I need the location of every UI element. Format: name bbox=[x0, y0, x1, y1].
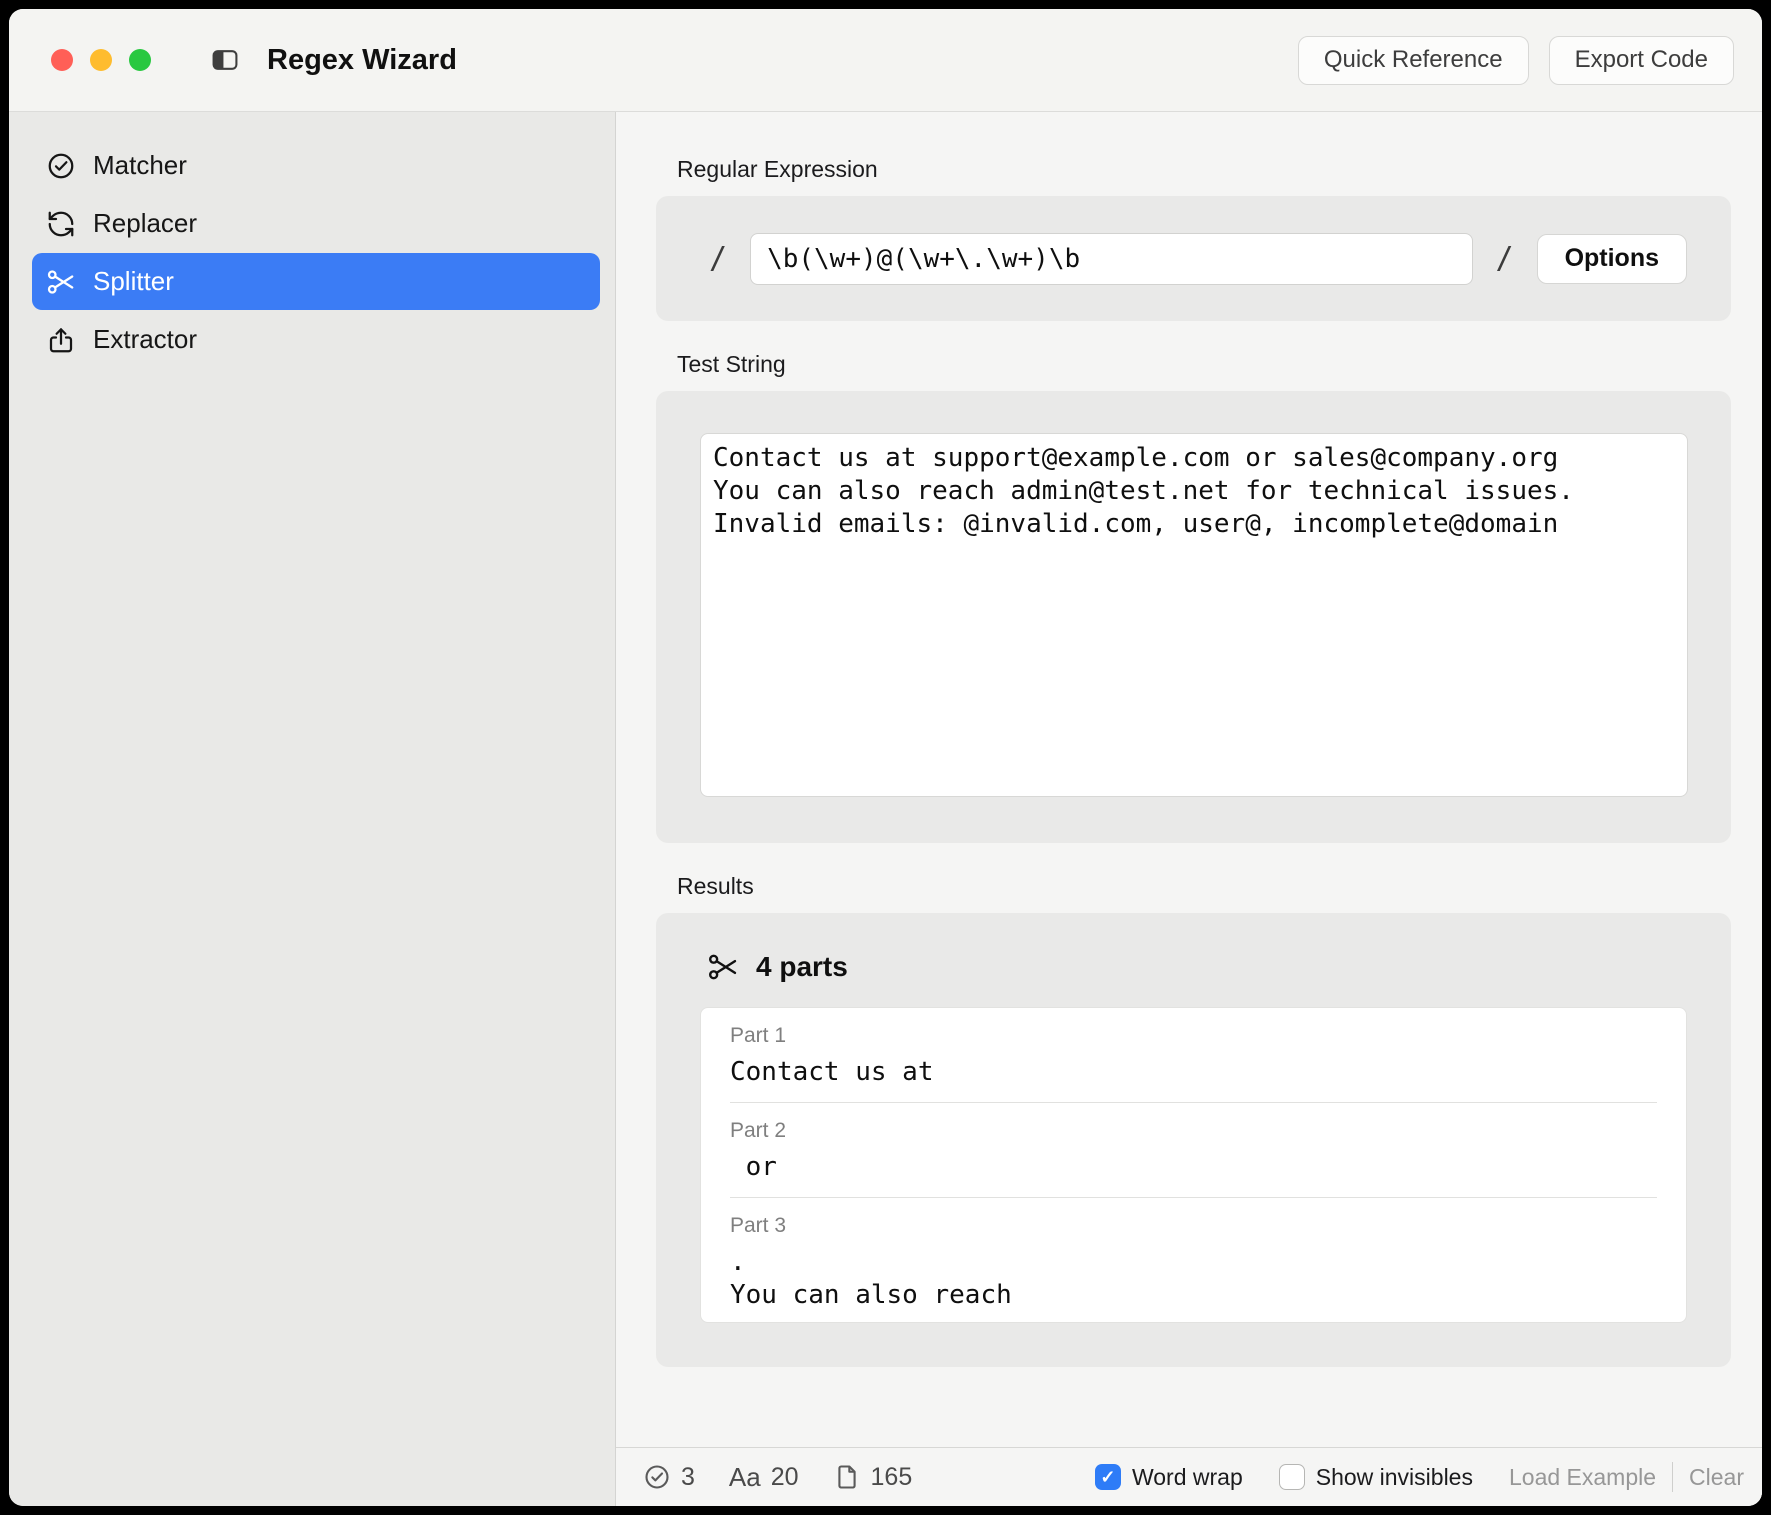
part-label: Part 1 bbox=[730, 1024, 1657, 1048]
results-list: Part 1 Contact us at Part 2 or Part 3 . … bbox=[700, 1007, 1687, 1323]
regex-pattern-input[interactable] bbox=[750, 233, 1472, 285]
part-value: Contact us at bbox=[730, 1056, 1657, 1089]
content-area: Matcher Replacer bbox=[9, 112, 1762, 1506]
checkbox-unchecked-icon bbox=[1279, 1464, 1305, 1490]
char-count: 165 bbox=[871, 1463, 913, 1492]
result-part-row: Part 3 . You can also reach bbox=[730, 1198, 1657, 1323]
show-invisibles-label: Show invisibles bbox=[1316, 1464, 1473, 1491]
part-value: . You can also reach bbox=[730, 1246, 1657, 1312]
font-size-control[interactable]: Aa 20 bbox=[729, 1462, 799, 1493]
test-string-section: Test String Contact us at support@exampl… bbox=[656, 351, 1731, 843]
title-bar: Regex Wizard Quick Reference Export Code bbox=[9, 9, 1762, 112]
word-wrap-label: Word wrap bbox=[1132, 1464, 1243, 1491]
test-string-editor[interactable]: Contact us at support@example.com or sal… bbox=[700, 433, 1688, 797]
minimize-button[interactable] bbox=[90, 49, 112, 71]
status-bar: 3 Aa 20 165 bbox=[616, 1447, 1762, 1506]
scissors-icon bbox=[707, 951, 739, 983]
results-header: 4 parts bbox=[707, 951, 1687, 983]
result-part-row: Part 2 or bbox=[730, 1103, 1657, 1198]
regex-close-delimiter: / bbox=[1496, 241, 1514, 276]
results-section-label: Results bbox=[677, 873, 1731, 900]
document-icon bbox=[833, 1463, 861, 1491]
word-wrap-checkbox[interactable]: ✓ Word wrap bbox=[1095, 1464, 1243, 1491]
sidebar-toggle-icon bbox=[207, 46, 243, 74]
result-part-row: Part 1 Contact us at bbox=[730, 1008, 1657, 1103]
results-section: Results 4 parts bbox=[656, 873, 1731, 1367]
statusbar-right: ✓ Word wrap Show invisibles Load Example… bbox=[1095, 1462, 1744, 1492]
share-icon bbox=[46, 325, 76, 355]
quick-reference-button[interactable]: Quick Reference bbox=[1298, 36, 1529, 85]
test-string-panel: Contact us at support@example.com or sal… bbox=[656, 391, 1731, 843]
sidebar-item-label: Replacer bbox=[93, 208, 197, 239]
refresh-icon bbox=[46, 209, 76, 239]
results-panel: 4 parts Part 1 Contact us at Part 2 or bbox=[656, 913, 1731, 1367]
sidebar-item-label: Splitter bbox=[93, 266, 174, 297]
sidebar-toggle-button[interactable] bbox=[207, 46, 243, 74]
regex-section-label: Regular Expression bbox=[677, 156, 1731, 183]
test-string-section-label: Test String bbox=[677, 351, 1731, 378]
font-size-icon: Aa bbox=[729, 1462, 761, 1493]
sidebar-item-splitter[interactable]: Splitter bbox=[32, 253, 600, 310]
sidebar: Matcher Replacer bbox=[9, 112, 616, 1506]
results-summary: 4 parts bbox=[756, 951, 848, 983]
app-window: Regex Wizard Quick Reference Export Code… bbox=[9, 9, 1762, 1506]
regex-section: Regular Expression / / Options bbox=[656, 156, 1731, 321]
close-button[interactable] bbox=[51, 49, 73, 71]
clear-button[interactable]: Clear bbox=[1689, 1464, 1744, 1491]
check-circle-icon bbox=[643, 1463, 671, 1491]
sidebar-item-label: Extractor bbox=[93, 324, 197, 355]
font-size-value: 20 bbox=[771, 1463, 799, 1492]
statusbar-divider bbox=[1672, 1462, 1673, 1492]
match-count-indicator: 3 bbox=[643, 1463, 695, 1492]
regex-open-delimiter: / bbox=[709, 241, 727, 276]
part-label: Part 2 bbox=[730, 1119, 1657, 1143]
app-title: Regex Wizard bbox=[267, 44, 457, 77]
zoom-button[interactable] bbox=[129, 49, 151, 71]
char-count-indicator: 165 bbox=[833, 1463, 913, 1492]
window-controls bbox=[51, 49, 151, 71]
load-example-button[interactable]: Load Example bbox=[1509, 1464, 1656, 1491]
sidebar-item-replacer[interactable]: Replacer bbox=[32, 195, 600, 252]
checkmark-icon: ✓ bbox=[1100, 1468, 1115, 1486]
sidebar-item-matcher[interactable]: Matcher bbox=[32, 137, 600, 194]
part-value: or bbox=[730, 1151, 1657, 1184]
regex-panel: / / Options bbox=[656, 196, 1731, 321]
sidebar-item-label: Matcher bbox=[93, 150, 187, 181]
export-code-button[interactable]: Export Code bbox=[1549, 36, 1734, 85]
scissors-icon bbox=[46, 267, 76, 297]
check-circle-icon bbox=[46, 151, 76, 181]
show-invisibles-checkbox[interactable]: Show invisibles bbox=[1279, 1464, 1473, 1491]
part-label: Part 3 bbox=[730, 1214, 1657, 1238]
match-count: 3 bbox=[681, 1463, 695, 1492]
main-scroll: Regular Expression / / Options Test Stri… bbox=[616, 112, 1762, 1447]
checkbox-checked-icon: ✓ bbox=[1095, 1464, 1121, 1490]
main-area: Regular Expression / / Options Test Stri… bbox=[616, 112, 1762, 1506]
options-button[interactable]: Options bbox=[1537, 234, 1687, 284]
sidebar-item-extractor[interactable]: Extractor bbox=[32, 311, 600, 368]
